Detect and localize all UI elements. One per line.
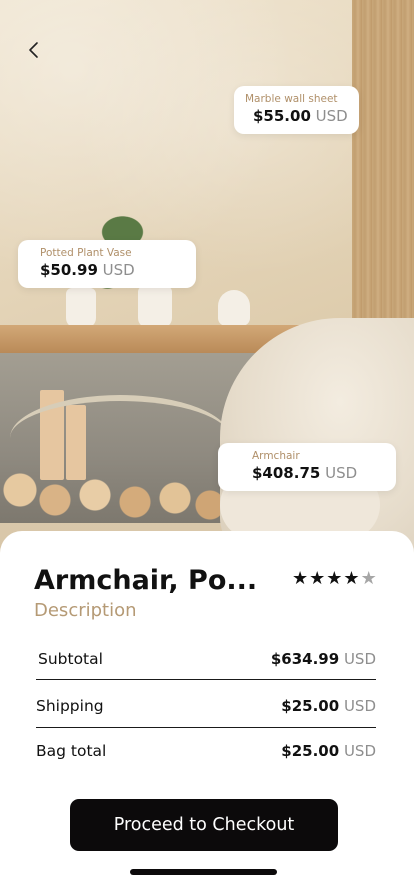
description-link[interactable]: Description — [34, 600, 137, 621]
row-value: $25.00 USD — [281, 742, 376, 760]
row-currency: USD — [343, 742, 376, 760]
product-tag-plant-vase[interactable]: Potted Plant Vase $50.99 USD — [18, 240, 196, 288]
rating-stars: ★ ★ ★ ★ ★ — [292, 570, 377, 588]
firewood-logs — [0, 460, 230, 530]
tag-amount: $408.75 — [252, 464, 321, 482]
product-tag-armchair[interactable]: Armchair $408.75 USD — [218, 443, 396, 491]
tag-name: Armchair — [252, 450, 300, 462]
star-icon: ★ — [326, 568, 343, 589]
row-value: $634.99 USD — [271, 650, 376, 668]
lantern-vase — [218, 290, 250, 326]
row-amount: $25.00 — [281, 697, 340, 715]
chevron-left-icon — [29, 42, 38, 58]
star-icon: ★ — [292, 568, 309, 589]
product-title: Armchair, Po... — [34, 565, 258, 596]
summary-row-shipping: Shipping $25.00 USD — [36, 683, 376, 729]
order-summary-sheet: Armchair, Po... ★ ★ ★ ★ ★ Description Su… — [0, 531, 414, 896]
star-icon: ★ — [343, 568, 360, 589]
row-label: Subtotal — [38, 650, 103, 668]
tag-currency: USD — [315, 107, 348, 125]
tag-amount: $50.99 — [40, 261, 98, 279]
tag-currency: USD — [325, 464, 358, 482]
row-currency: USD — [343, 697, 376, 715]
row-value: $25.00 USD — [281, 697, 376, 715]
row-label: Bag total — [36, 742, 107, 760]
product-hero-image: Marble wall sheet $55.00 USD Potted Plan… — [0, 0, 414, 560]
plant-vase — [66, 288, 96, 328]
tag-currency: USD — [102, 261, 135, 279]
tag-amount: $55.00 — [253, 107, 311, 125]
wood-beam — [352, 0, 414, 340]
proceed-to-checkout-button[interactable]: Proceed to Checkout — [70, 799, 338, 851]
row-amount: $634.99 — [270, 650, 340, 668]
home-indicator[interactable] — [130, 869, 277, 875]
star-icon: ★ — [309, 568, 326, 589]
tag-price: $50.99 USD — [40, 260, 184, 280]
plant-vase — [138, 286, 172, 328]
back-button[interactable] — [20, 36, 48, 64]
row-label: Shipping — [36, 697, 104, 715]
row-currency: USD — [343, 650, 376, 668]
tag-name: Marble wall sheet — [245, 93, 338, 105]
summary-row-bag-total: Bag total $25.00 USD — [36, 728, 376, 774]
tag-name: Potted Plant Vase — [40, 247, 132, 259]
star-icon: ★ — [360, 568, 377, 589]
product-tag-marble[interactable]: Marble wall sheet $55.00 USD — [234, 86, 359, 134]
divider — [36, 679, 376, 681]
summary-row-subtotal: Subtotal $634.99 USD — [38, 636, 376, 682]
row-amount: $25.00 — [281, 742, 340, 760]
tag-price: $408.75 USD — [252, 463, 384, 483]
tag-price: $55.00 USD — [245, 106, 348, 126]
